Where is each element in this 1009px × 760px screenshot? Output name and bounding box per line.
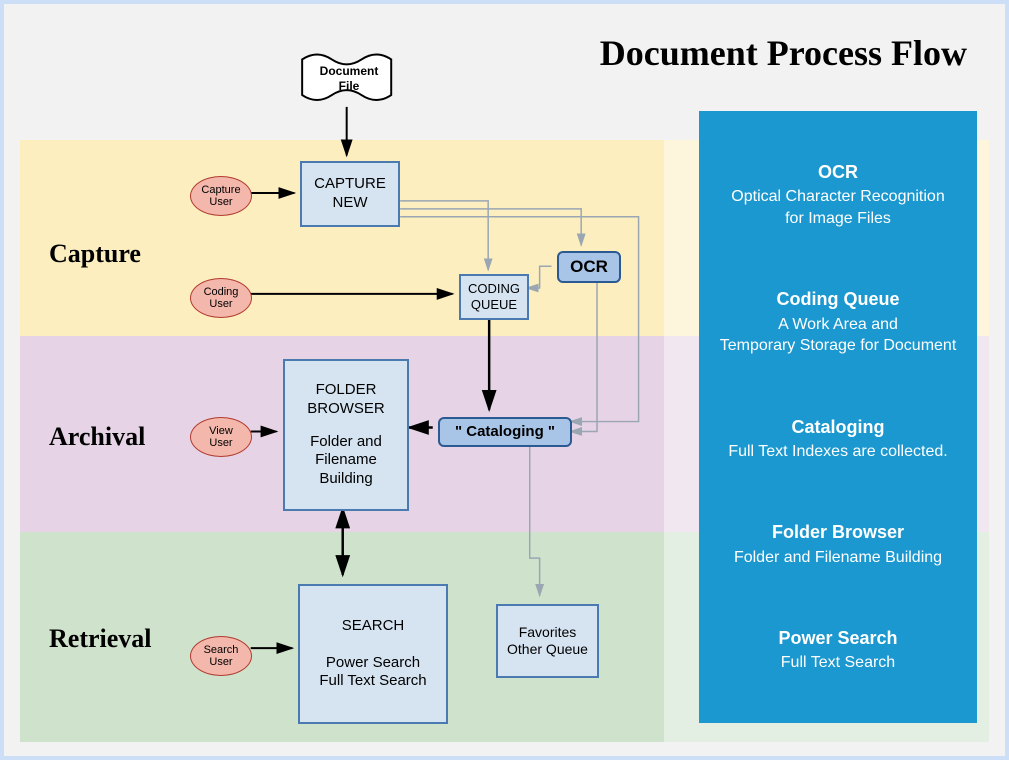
phase-label-capture: Capture — [49, 239, 141, 269]
node-coding-queue: CODING QUEUE — [459, 274, 529, 320]
node-document-file-label: Document File — [320, 64, 379, 94]
node-favorites-label: Favorites Other Queue — [507, 624, 588, 659]
info-ocr-title: OCR — [709, 160, 967, 184]
phase-label-retrieval: Retrieval — [49, 624, 152, 654]
info-search-desc: Full Text Search — [781, 654, 895, 671]
user-capture: Capture User — [190, 176, 252, 216]
info-ocr: OCR Optical Character Recognition for Im… — [709, 160, 967, 229]
node-search: SEARCH Power Search Full Text Search — [298, 584, 448, 724]
node-coding-queue-label: CODING QUEUE — [468, 281, 520, 314]
info-catalog: Cataloging Full Text Indexes are collect… — [709, 415, 967, 463]
user-search: Search User — [190, 636, 252, 676]
user-coding-label: Coding User — [204, 286, 239, 310]
node-folder-browser: FOLDER BROWSER Folder and Filename Build… — [283, 359, 409, 511]
user-search-label: Search User — [204, 644, 239, 668]
user-view: View User — [190, 417, 252, 457]
user-capture-label: Capture User — [201, 184, 240, 208]
diagram-canvas: Document Process Flow Capture Archival R… — [0, 0, 1009, 760]
info-ocr-desc: Optical Character Recognition for Image … — [731, 188, 944, 227]
node-capture-new: CAPTURE NEW — [300, 161, 400, 227]
info-folder-desc: Folder and Filename Building — [734, 549, 942, 566]
node-ocr: OCR — [557, 251, 621, 283]
node-cataloging: " Cataloging " — [438, 417, 572, 447]
info-search-title: Power Search — [709, 626, 967, 650]
info-panel: OCR Optical Character Recognition for Im… — [699, 111, 977, 723]
node-ocr-label: OCR — [570, 256, 608, 277]
user-view-label: View User — [209, 425, 233, 449]
info-coding-desc: A Work Area and Temporary Storage for Do… — [720, 316, 957, 355]
node-capture-new-label: CAPTURE NEW — [314, 175, 386, 213]
user-coding: Coding User — [190, 278, 252, 318]
info-folder: Folder Browser Folder and Filename Build… — [709, 520, 967, 568]
node-document-file: Document File — [304, 59, 394, 99]
node-cataloging-label: " Cataloging " — [455, 423, 555, 442]
info-catalog-title: Cataloging — [709, 415, 967, 439]
info-coding-title: Coding Queue — [709, 287, 967, 311]
diagram-title: Document Process Flow — [600, 32, 967, 74]
node-favorites: Favorites Other Queue — [496, 604, 599, 678]
phase-label-archival: Archival — [49, 422, 145, 452]
info-folder-title: Folder Browser — [709, 520, 967, 544]
info-search: Power Search Full Text Search — [709, 626, 967, 674]
info-catalog-desc: Full Text Indexes are collected. — [728, 443, 947, 460]
info-coding: Coding Queue A Work Area and Temporary S… — [709, 287, 967, 356]
node-search-title: SEARCH — [342, 617, 405, 636]
node-folder-browser-title: FOLDER BROWSER — [307, 381, 385, 419]
node-search-sub: Power Search Full Text Search — [319, 654, 426, 692]
node-folder-browser-sub: Folder and Filename Building — [310, 433, 382, 489]
